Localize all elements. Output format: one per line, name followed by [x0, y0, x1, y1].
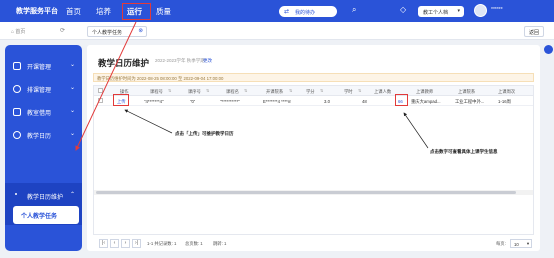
annotation-arrows: [75, 21, 429, 151]
arrow-nav-to-sidebar: [75, 21, 137, 151]
arrow-to-count: [403, 112, 429, 149]
arrow-to-upload: [124, 109, 173, 134]
